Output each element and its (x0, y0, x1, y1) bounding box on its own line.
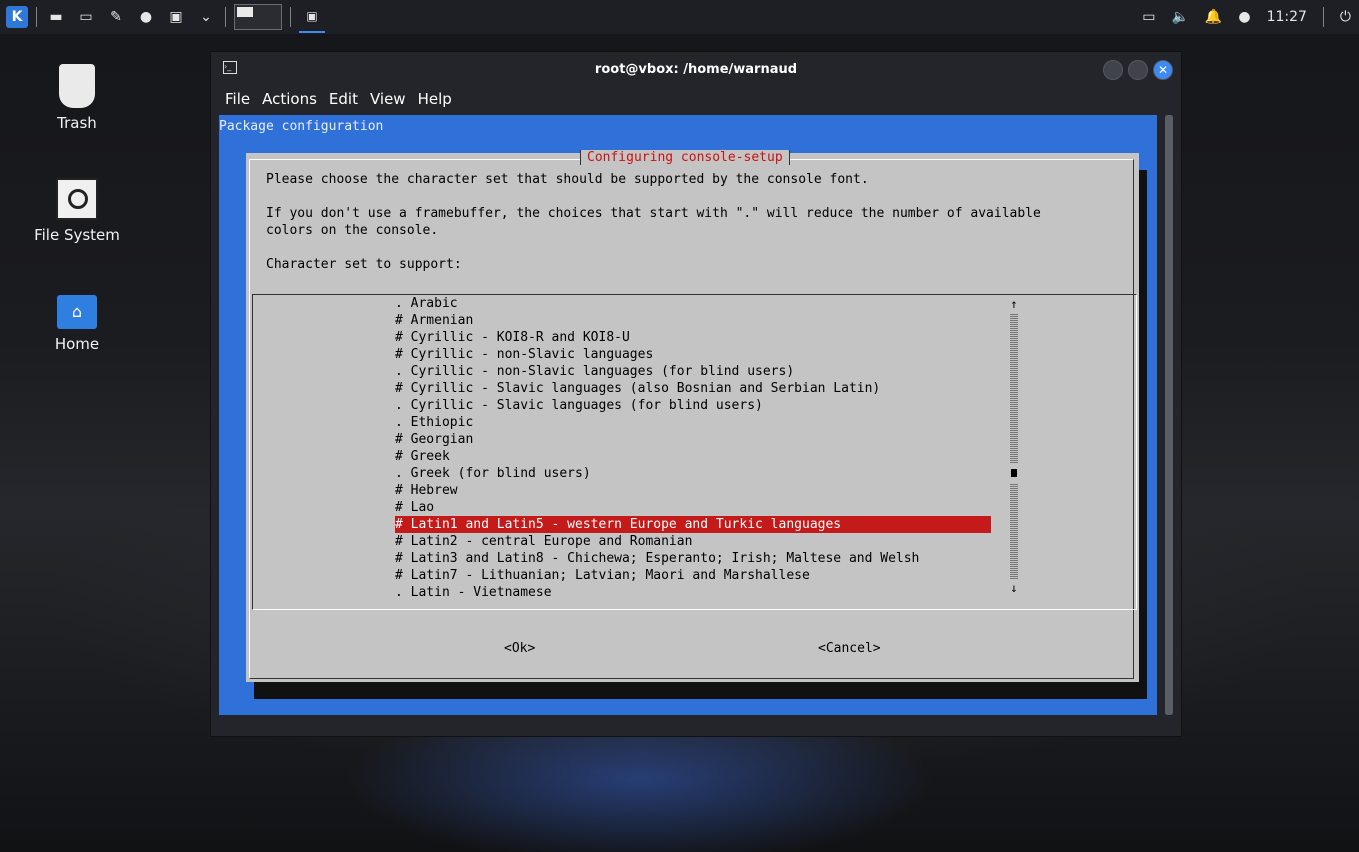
desktop-icon-label: File System (34, 226, 120, 244)
list-item[interactable]: # Georgian (395, 431, 473, 448)
title-bar[interactable]: ›_ root@vbox: /home/warnaud ✕ (211, 52, 1181, 86)
drive-icon (56, 178, 98, 220)
scroll-track (1010, 483, 1018, 579)
desktop-icon-file-system[interactable]: File System (22, 178, 132, 244)
dialog-text-line: colors on the console. (266, 223, 439, 238)
clock[interactable]: 11:27 (1267, 9, 1307, 25)
workspace-switcher[interactable] (234, 4, 282, 30)
list-scrollbar[interactable]: ↑ ↓ (1009, 297, 1019, 597)
cancel-button[interactable]: <Cancel> (818, 641, 881, 656)
list-item[interactable]: # Latin3 and Latin8 - Chichewa; Esperant… (395, 550, 919, 567)
home-folder-icon: ⌂ (57, 295, 97, 329)
arrow-down-icon[interactable]: ↓ (1009, 581, 1019, 595)
list-item[interactable]: # Hebrew (395, 482, 458, 499)
chevron-down-icon[interactable]: ⌄ (195, 6, 217, 28)
list-item[interactable]: # Cyrillic - KOI8-R and KOI8-U (395, 329, 630, 346)
debconf-dialog: Configuring console-setup Please choose … (246, 150, 1139, 682)
desktop-icon-label: Trash (57, 114, 97, 132)
list-item-selected[interactable]: # Latin1 and Latin5 - western Europe and… (395, 516, 991, 533)
list-item[interactable]: . Cyrillic - Slavic languages (for blind… (395, 397, 763, 414)
list-item[interactable]: # Armenian (395, 312, 473, 329)
separator (225, 7, 226, 27)
list-item[interactable]: . Greek (for blind users) (395, 465, 591, 482)
list-item[interactable]: # Latin2 - central Europe and Romanian (395, 533, 692, 550)
list-item[interactable]: # Cyrillic - Slavic languages (also Bosn… (395, 380, 880, 397)
menu-help[interactable]: Help (418, 90, 452, 108)
maximize-button[interactable] (1128, 60, 1148, 80)
volume-icon[interactable]: 🔈 (1171, 9, 1188, 25)
list-item[interactable]: # Latin7 - Lithuanian; Latvian; Maori an… (395, 567, 810, 584)
desktop-icon-trash[interactable]: Trash (22, 64, 132, 132)
list-item[interactable]: # Lao (395, 499, 434, 516)
desktop-icon-home[interactable]: ⌂ Home (22, 295, 132, 353)
list-item[interactable]: . Cyrillic - non-Slavic languages (for b… (395, 363, 794, 380)
list-item[interactable]: # Greek (395, 448, 450, 465)
minimize-button[interactable] (1103, 60, 1123, 80)
workspace-thumbnail (237, 7, 253, 17)
notification-bell-icon[interactable]: 🔔 (1205, 9, 1222, 25)
taskbar: K ▬ ▭ ✎ ● ▣ ⌄ ▣ ▭ 🔈 🔔 ● 11:27 ⏻ (0, 0, 1359, 34)
terminal-icon: ›_ (223, 61, 237, 74)
menu-edit[interactable]: Edit (329, 90, 358, 108)
menu-actions[interactable]: Actions (262, 90, 317, 108)
power-icon[interactable]: ⏻ (1340, 9, 1351, 25)
dialog-title: Configuring console-setup (580, 150, 790, 165)
desktop-icon-label: Home (54, 335, 100, 353)
list-item[interactable]: . Ethiopic (395, 414, 473, 431)
terminal-scroll-thumb[interactable] (1165, 115, 1173, 715)
ok-button[interactable]: <Ok> (504, 641, 535, 656)
list-item[interactable]: . Arabic (395, 295, 458, 312)
show-desktop-icon[interactable]: ▬ (45, 6, 67, 28)
dialog-text-line: Please choose the character set that sho… (266, 172, 869, 187)
list-item[interactable]: . Latin - Vietnamese (395, 584, 552, 601)
dialog-frame: Configuring console-setup Please choose … (249, 150, 1137, 679)
close-button[interactable]: ✕ (1153, 60, 1173, 80)
menu-view[interactable]: View (370, 90, 406, 108)
firefox-icon[interactable]: ● (135, 6, 157, 28)
separator (1322, 7, 1324, 27)
charset-listbox[interactable]: . Arabic # Armenian # Cyrillic - KOI8-R … (252, 294, 1137, 610)
menu-file[interactable]: File (225, 90, 250, 108)
separator (290, 7, 291, 27)
update-icon[interactable]: ● (1238, 9, 1250, 25)
window-title: root@vbox: /home/warnaud (594, 61, 798, 77)
text-editor-icon[interactable]: ✎ (105, 6, 127, 28)
separator (36, 7, 37, 27)
list-item[interactable]: # Cyrillic - non-Slavic languages (395, 346, 653, 363)
kali-menu-icon[interactable]: K (6, 6, 28, 28)
arrow-up-icon[interactable]: ↑ (1009, 297, 1019, 311)
dialog-text-line: If you don't use a framebuffer, the choi… (266, 206, 1041, 221)
terminal-scrollbar[interactable] (1165, 115, 1173, 715)
scroll-thumb[interactable] (1011, 469, 1017, 477)
dialog-prompt: Character set to support: (266, 257, 462, 272)
trash-icon (59, 64, 95, 108)
terminal-launcher-icon[interactable]: ▣ (165, 6, 187, 28)
package-config-title: Package configuration (219, 119, 384, 134)
display-icon[interactable]: ▭ (1142, 9, 1155, 25)
menu-bar: File Actions Edit View Help (211, 86, 1181, 112)
terminal-area[interactable]: Package configuration Configuring consol… (219, 115, 1157, 715)
terminal-window: ›_ root@vbox: /home/warnaud ✕ File Actio… (210, 51, 1182, 737)
terminal-task-button[interactable]: ▣ (299, 1, 325, 33)
file-manager-icon[interactable]: ▭ (75, 6, 97, 28)
scroll-track (1010, 313, 1018, 463)
